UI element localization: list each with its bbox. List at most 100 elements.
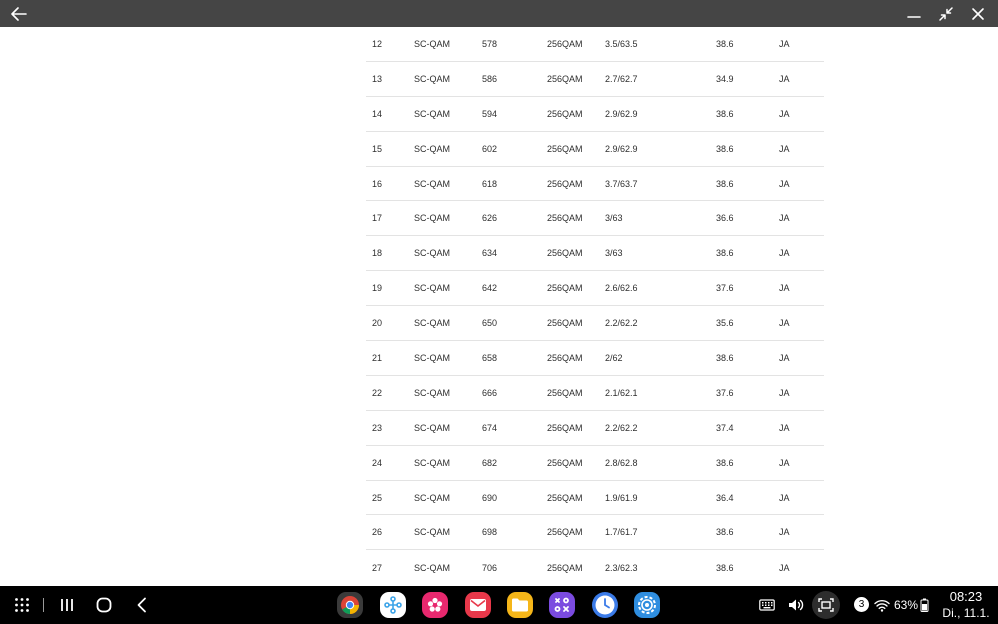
- locked-status-cell: JA: [779, 562, 790, 573]
- locked-status-cell: JA: [779, 108, 790, 119]
- frequency-cell: 642: [482, 283, 498, 294]
- channel-type-cell: SC-QAM: [414, 38, 450, 49]
- table-row: 12 SC-QAM 578 256QAM 3.5/63.5 38.6 JA: [366, 27, 824, 62]
- channel-type-cell: SC-QAM: [414, 283, 450, 294]
- power-level-cell: 1.7/61.7: [605, 527, 638, 538]
- channel-type-cell: SC-QAM: [414, 492, 450, 503]
- battery-status[interactable]: [918, 586, 930, 624]
- snr-cell: 38.6: [716, 527, 734, 538]
- keyboard-button[interactable]: [757, 586, 777, 624]
- frequency-cell: 594: [482, 108, 498, 119]
- locked-status-cell: JA: [779, 38, 790, 49]
- home-button[interactable]: [93, 586, 115, 624]
- channel-type-cell: SC-QAM: [414, 143, 450, 154]
- clock-app-icon: [595, 595, 615, 615]
- modulation-cell: 256QAM: [547, 178, 583, 189]
- bixby-routines-app-button[interactable]: [380, 592, 406, 618]
- home-circle-icon: [96, 597, 112, 613]
- power-level-cell: 3/63: [605, 248, 623, 259]
- locked-status-cell: JA: [779, 248, 790, 259]
- back-button[interactable]: [6, 0, 32, 27]
- clock-app-button[interactable]: [592, 592, 618, 618]
- notification-count-badge[interactable]: 3: [854, 597, 869, 612]
- table-row: 14 SC-QAM 594 256QAM 2.9/62.9 38.6 JA: [366, 97, 824, 132]
- recent-apps-button[interactable]: [56, 586, 78, 624]
- channel-id-cell: 25: [372, 492, 383, 503]
- power-level-cell: 3.5/63.5: [605, 38, 638, 49]
- locked-status-cell: JA: [779, 492, 790, 503]
- snr-cell: 37.6: [716, 387, 734, 398]
- mail-app-button[interactable]: [465, 592, 491, 618]
- snr-cell: 38.6: [716, 562, 734, 573]
- power-level-cell: 3.7/63.7: [605, 178, 638, 189]
- channel-id-cell: 13: [372, 73, 383, 84]
- battery-icon: [920, 598, 928, 612]
- frequency-cell: 602: [482, 143, 498, 154]
- table-row: 21 SC-QAM 658 256QAM 2/62 38.6 JA: [366, 341, 824, 376]
- chrome-app-button[interactable]: [337, 592, 363, 618]
- snr-cell: 35.6: [716, 318, 734, 329]
- channel-id-cell: 24: [372, 457, 383, 468]
- close-button[interactable]: [966, 0, 990, 27]
- screen-capture-button[interactable]: [812, 586, 840, 624]
- channel-type-cell: SC-QAM: [414, 422, 450, 433]
- table-row: 25 SC-QAM 690 256QAM 1.9/61.9 36.4 JA: [366, 481, 824, 516]
- battery-percentage[interactable]: 63%: [893, 586, 919, 624]
- modulation-cell: 256QAM: [547, 283, 583, 294]
- wifi-status[interactable]: [873, 586, 891, 624]
- my-files-app-button[interactable]: [507, 592, 533, 618]
- snr-cell: 38.6: [716, 248, 734, 259]
- channel-type-cell: SC-QAM: [414, 562, 450, 573]
- channel-type-cell: SC-QAM: [414, 527, 450, 538]
- mail-icon: [470, 599, 486, 611]
- wifi-icon: [874, 599, 890, 612]
- volume-icon: [789, 599, 804, 611]
- snr-cell: 38.6: [716, 352, 734, 363]
- snr-cell: 36.6: [716, 213, 734, 224]
- table-row: 18 SC-QAM 634 256QAM 3/63 38.6 JA: [366, 236, 824, 272]
- channel-id-cell: 16: [372, 178, 383, 189]
- power-level-cell: 2.1/62.1: [605, 387, 638, 398]
- modulation-cell: 256QAM: [547, 73, 583, 84]
- taskbar-divider: [43, 598, 44, 612]
- table-row: 19 SC-QAM 642 256QAM 2.6/62.6 37.6 JA: [366, 271, 824, 307]
- modulation-cell: 256QAM: [547, 213, 583, 224]
- snr-cell: 37.6: [716, 283, 734, 294]
- modulation-cell: 256QAM: [547, 457, 583, 468]
- frequency-cell: 618: [482, 178, 498, 189]
- channel-type-cell: SC-QAM: [414, 213, 450, 224]
- table-row: 27 SC-QAM 706 256QAM 2.3/62.3 38.6 JA: [366, 550, 824, 585]
- frequency-cell: 634: [482, 248, 498, 259]
- table-row: 22 SC-QAM 666 256QAM 2.1/62.1 37.6 JA: [366, 376, 824, 411]
- modulation-cell: 256QAM: [547, 143, 583, 154]
- snr-cell: 36.4: [716, 492, 734, 503]
- modulation-cell: 256QAM: [547, 352, 583, 363]
- collapse-arrows-icon: [939, 6, 953, 21]
- galaxy-store-app-button[interactable]: [549, 592, 575, 618]
- minimize-button[interactable]: [902, 0, 926, 27]
- clock-date[interactable]: 08:23 Di., 11.1.: [938, 589, 994, 621]
- nav-back-button[interactable]: [132, 586, 152, 624]
- chevron-left-icon: [137, 597, 146, 613]
- volume-button[interactable]: [786, 586, 806, 624]
- channel-type-cell: SC-QAM: [414, 73, 450, 84]
- channel-type-cell: SC-QAM: [414, 178, 450, 189]
- modulation-cell: 256QAM: [547, 38, 583, 49]
- locked-status-cell: JA: [779, 213, 790, 224]
- taskbar: 3 63% 08:23 Di., 11.1.: [0, 586, 998, 624]
- table-row: 26 SC-QAM 698 256QAM 1.7/61.7 38.6 JA: [366, 515, 824, 551]
- locked-status-cell: JA: [779, 352, 790, 363]
- app-drawer-button[interactable]: [10, 586, 34, 624]
- snr-cell: 38.6: [716, 143, 734, 154]
- restore-button[interactable]: [934, 0, 958, 27]
- blossom-app-button[interactable]: [422, 592, 448, 618]
- settings-app-button[interactable]: [634, 592, 660, 618]
- locked-status-cell: JA: [779, 283, 790, 294]
- frequency-cell: 586: [482, 73, 498, 84]
- modulation-cell: 256QAM: [547, 422, 583, 433]
- table-row: 16 SC-QAM 618 256QAM 3.7/63.7 38.6 JA: [366, 167, 824, 202]
- power-level-cell: 2/62: [605, 352, 623, 363]
- modulation-cell: 256QAM: [547, 492, 583, 503]
- channel-type-cell: SC-QAM: [414, 352, 450, 363]
- close-icon: [972, 7, 984, 20]
